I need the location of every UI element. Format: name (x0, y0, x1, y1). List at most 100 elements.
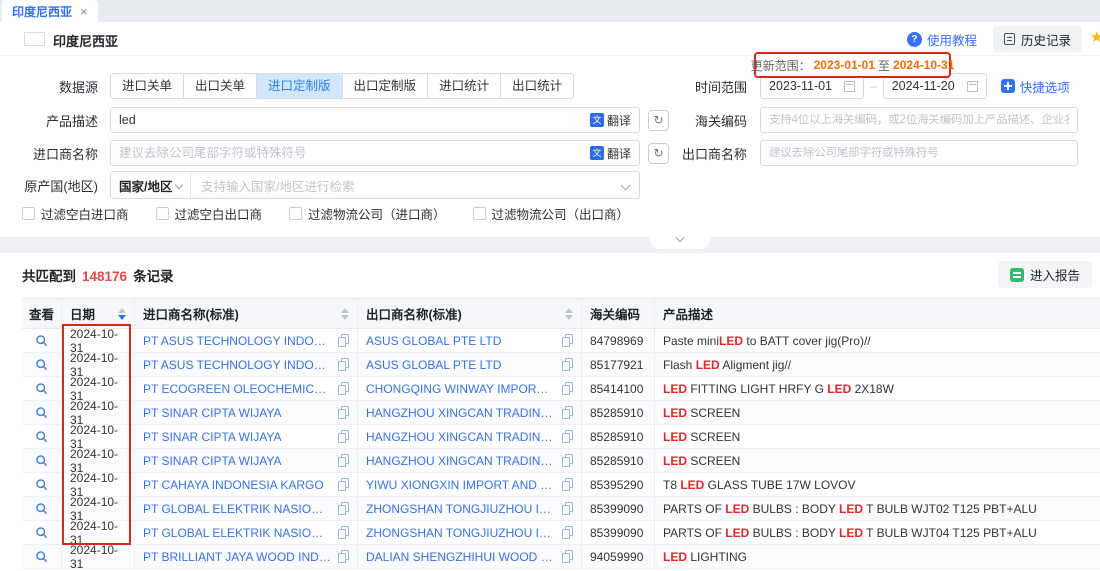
copy-icon[interactable] (561, 478, 573, 491)
copy-icon[interactable] (561, 454, 573, 467)
datasource-option[interactable]: 进口关单 (110, 73, 184, 99)
filter-checkbox[interactable]: 过滤物流公司（进口商） (289, 204, 446, 223)
datasource-option[interactable]: 进口统计 (427, 73, 501, 99)
column-header[interactable]: 日期 (62, 299, 135, 328)
hs-code-field[interactable] (760, 107, 1078, 133)
copy-icon[interactable] (337, 430, 349, 443)
exporter-link[interactable]: DALIAN SHENGZHIHUI WOOD INDUST... (366, 550, 555, 564)
filter-checkbox[interactable]: 过滤物流公司（出口商） (473, 204, 630, 223)
copy-icon[interactable] (561, 430, 573, 443)
copy-icon[interactable] (561, 358, 573, 371)
importer-link[interactable]: PT GLOBAL ELEKTRIK NASIONAL (143, 502, 331, 516)
sort-carets-icon[interactable] (337, 308, 349, 320)
importer-link[interactable]: PT ASUS TECHNOLOGY INDONESIA BA... (143, 358, 331, 372)
datasource-option[interactable]: 出口关单 (183, 73, 257, 99)
view-cell[interactable] (22, 401, 62, 424)
copy-icon[interactable] (561, 382, 573, 395)
view-cell[interactable] (22, 329, 62, 352)
checkbox-icon[interactable] (289, 207, 302, 220)
importer-name-input[interactable] (119, 146, 590, 160)
copy-icon[interactable] (337, 550, 349, 563)
tutorial-link[interactable]: ? 使用教程 (907, 30, 977, 49)
magnifier-icon[interactable] (35, 502, 48, 515)
view-cell[interactable] (22, 521, 62, 544)
importer-link[interactable]: PT SINAR CIPTA WIJAYA (143, 406, 331, 420)
magnifier-icon[interactable] (35, 358, 48, 371)
importer-link[interactable]: PT SINAR CIPTA WIJAYA (143, 454, 331, 468)
copy-icon[interactable] (337, 526, 349, 539)
collapse-panel-button[interactable] (650, 237, 710, 249)
exporter-link[interactable]: CHONGQING WINWAY IMPORT AND E... (366, 382, 555, 396)
copy-icon[interactable] (561, 526, 573, 539)
copy-icon[interactable] (561, 406, 573, 419)
column-header[interactable]: 进口商名称(标准) (135, 299, 358, 328)
importer-link[interactable]: PT ECOGREEN OLEOCHEMICALS (143, 382, 331, 396)
magnifier-icon[interactable] (35, 334, 48, 347)
datasource-option[interactable]: 出口定制版 (342, 73, 429, 99)
exporter-name-input[interactable] (769, 147, 1069, 159)
view-cell[interactable] (22, 473, 62, 496)
view-cell[interactable] (22, 449, 62, 472)
checkbox-icon[interactable] (22, 207, 35, 220)
sort-carets-icon[interactable] (561, 308, 573, 320)
magnifier-icon[interactable] (35, 430, 48, 443)
importer-link[interactable]: PT CAHAYA INDONESIA KARGO (143, 478, 331, 492)
copy-icon[interactable] (561, 334, 573, 347)
translate-button[interactable]: 文 翻译 (590, 145, 631, 162)
exporter-link[interactable]: ZHONGSHAN TONGJIUZHOU INTERNA... (366, 502, 555, 516)
importer-link[interactable]: PT BRILLIANT JAYA WOOD INDUSTRY (143, 550, 331, 564)
quick-options-link[interactable]: 快捷选项 (1001, 77, 1070, 96)
product-desc-field[interactable]: 文 翻译 (110, 107, 640, 133)
enter-report-button[interactable]: 进入报告 (998, 261, 1092, 288)
copy-icon[interactable] (337, 454, 349, 467)
datasource-option[interactable]: 进口定制版 (256, 73, 343, 99)
filter-checkbox[interactable]: 过滤空白出口商 (156, 204, 263, 223)
copy-icon[interactable] (561, 502, 573, 515)
translate-button[interactable]: 文 翻译 (590, 112, 631, 129)
exporter-link[interactable]: ASUS GLOBAL PTE LTD (366, 358, 555, 372)
copy-icon[interactable] (337, 334, 349, 347)
importer-link[interactable]: PT ASUS TECHNOLOGY INDONESIA BA... (143, 334, 331, 348)
magnifier-icon[interactable] (35, 406, 48, 419)
copy-icon[interactable] (337, 406, 349, 419)
checkbox-icon[interactable] (156, 207, 169, 220)
exporter-link[interactable]: HANGZHOU XINGCAN TRADING CO LTD (366, 406, 555, 420)
column-header[interactable]: 出口商名称(标准) (358, 299, 582, 328)
view-cell[interactable] (22, 497, 62, 520)
exporter-link[interactable]: ASUS GLOBAL PTE LTD (366, 334, 555, 348)
view-cell[interactable] (22, 425, 62, 448)
magnifier-icon[interactable] (35, 382, 48, 395)
hs-code-input[interactable] (769, 114, 1069, 126)
star-icon[interactable]: ★ (1090, 28, 1100, 46)
view-cell[interactable] (22, 377, 62, 400)
importer-name-field[interactable]: 文 翻译 (110, 140, 640, 166)
checkbox-icon[interactable] (473, 207, 486, 220)
copy-icon[interactable] (337, 478, 349, 491)
copy-icon[interactable] (337, 502, 349, 515)
magnifier-icon[interactable] (35, 550, 48, 563)
magnifier-icon[interactable] (35, 478, 48, 491)
datasource-option[interactable]: 出口统计 (500, 73, 574, 99)
exporter-link[interactable]: YIWU XIONGXIN IMPORT AND EXPORT... (366, 478, 555, 492)
product-desc-input[interactable] (119, 113, 590, 127)
close-icon[interactable]: × (80, 5, 88, 18)
exporter-name-field[interactable] (760, 140, 1078, 166)
exporter-link[interactable]: ZHONGSHAN TONGJIUZHOU INTERNA... (366, 526, 555, 540)
importer-link[interactable]: PT GLOBAL ELEKTRIK NASIONAL (143, 526, 331, 540)
view-cell[interactable] (22, 353, 62, 376)
copy-icon[interactable] (337, 358, 349, 371)
history-records-button[interactable]: 历史记录 (993, 26, 1082, 52)
sort-carets-icon[interactable] (114, 308, 126, 320)
exporter-link[interactable]: HANGZHOU XINGCAN TRADING CO LTD (366, 430, 555, 444)
tab-indonesia[interactable]: 印度尼西亚 × (2, 0, 98, 22)
magnifier-icon[interactable] (35, 526, 48, 539)
copy-icon[interactable] (337, 382, 349, 395)
exporter-link[interactable]: HANGZHOU XINGCAN TRADING CO LTD (366, 454, 555, 468)
origin-type-select[interactable]: 国家/地区 (111, 172, 191, 198)
origin-country-field[interactable]: 国家/地区 支持输入国家/地区进行检索 (110, 171, 640, 199)
view-cell[interactable] (22, 545, 62, 568)
filter-checkbox[interactable]: 过滤空白进口商 (22, 204, 129, 223)
magnifier-icon[interactable] (35, 454, 48, 467)
copy-icon[interactable] (561, 550, 573, 563)
importer-link[interactable]: PT SINAR CIPTA WIJAYA (143, 430, 331, 444)
